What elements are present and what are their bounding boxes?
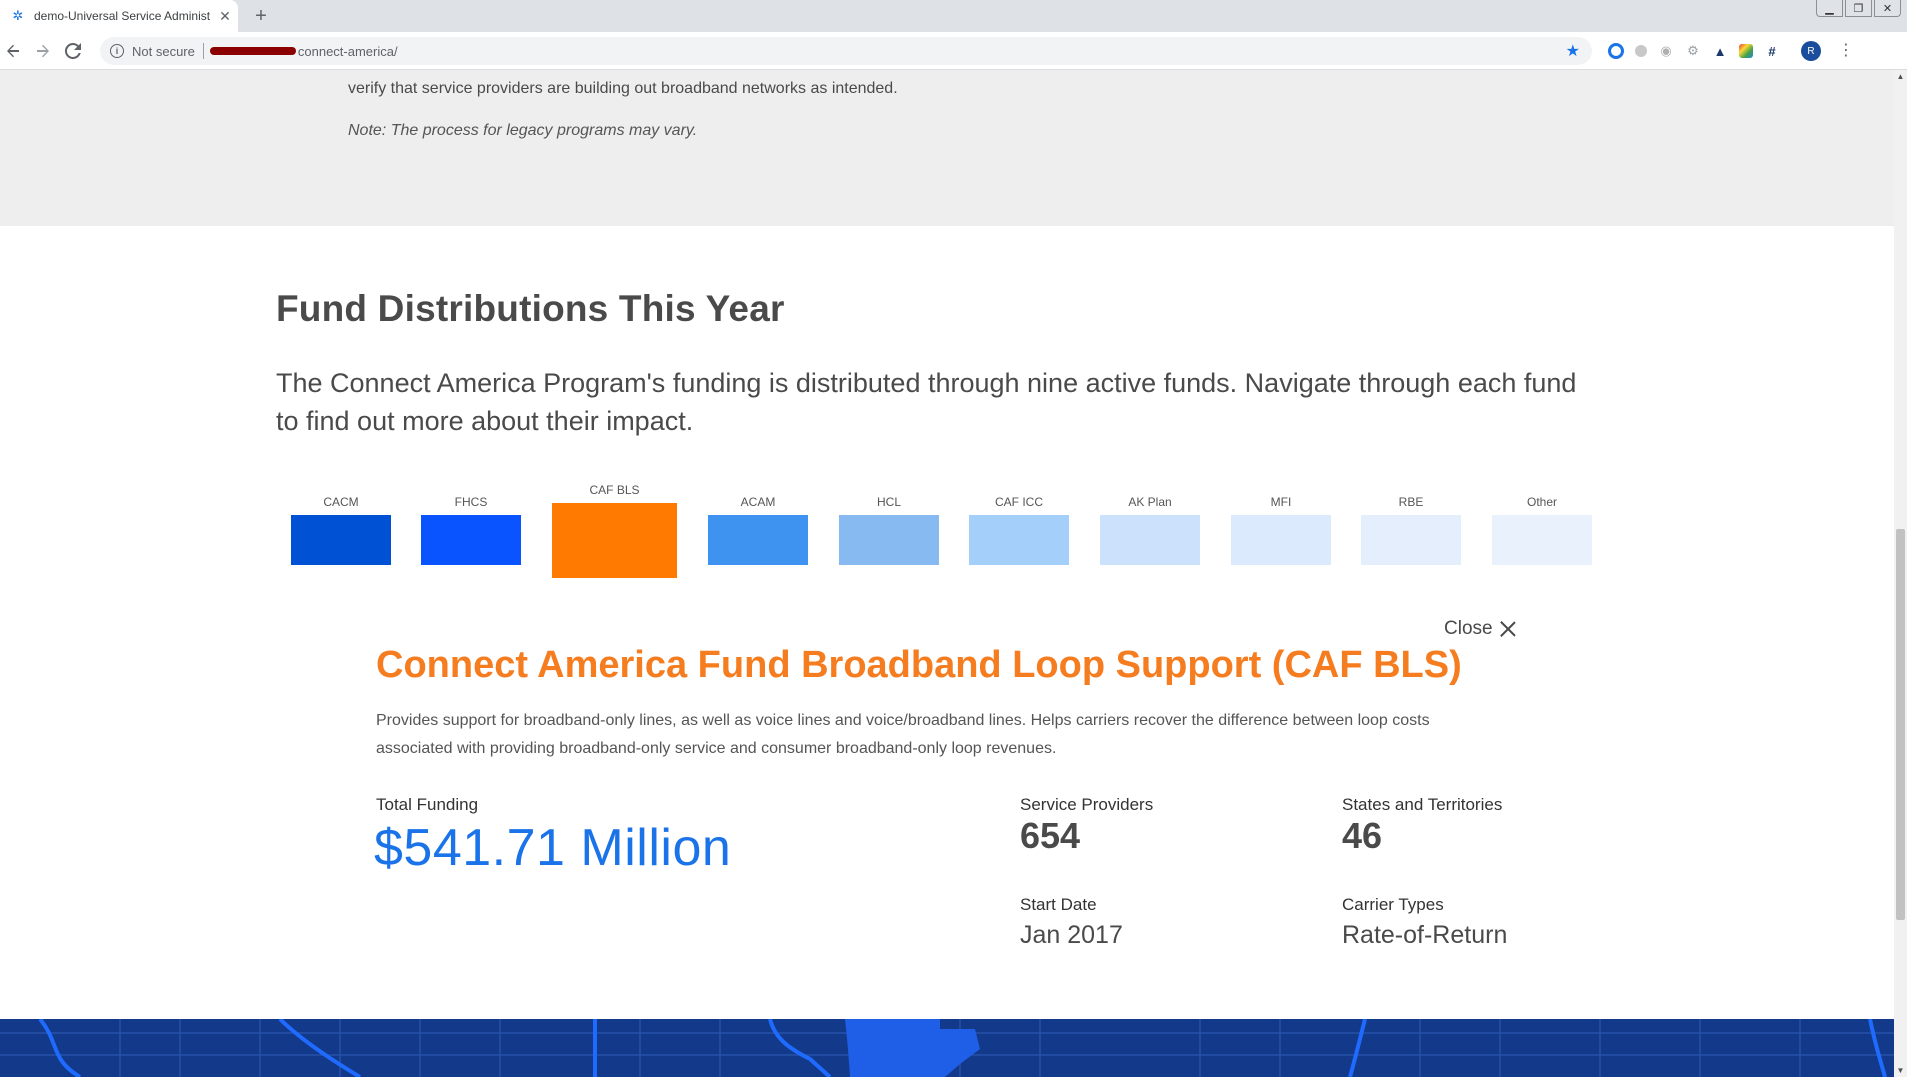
- fund-label: CACM: [323, 495, 359, 509]
- redacted-domain: [209, 47, 296, 55]
- address-divider: [202, 43, 204, 59]
- browser-toolbar: i Not secure connect-america/ ★ ◉ ⚙ ▲ # …: [0, 32, 1907, 70]
- extension-hash-icon[interactable]: #: [1764, 43, 1780, 59]
- browser-menu-icon[interactable]: ⋮: [1838, 43, 1854, 59]
- info-icon[interactable]: i: [110, 44, 124, 58]
- fund-swatch: [1100, 515, 1200, 565]
- bookmark-star-icon[interactable]: ★: [1566, 41, 1580, 61]
- url-text: connect-america/: [297, 43, 398, 59]
- tab-close-icon[interactable]: ✕: [216, 7, 234, 25]
- fund-swatch: [291, 515, 391, 565]
- fund-label: Other: [1526, 495, 1557, 509]
- intro-text: verify that service providers are buildi…: [348, 80, 898, 97]
- extension-colorful-icon[interactable]: [1739, 44, 1753, 58]
- address-bar[interactable]: i Not secure connect-america/ ★: [100, 37, 1592, 65]
- fund-description: Provides support for broadband-only line…: [376, 712, 1430, 757]
- extension-circle-icon[interactable]: [1608, 43, 1624, 59]
- fund-tab-fhcs[interactable]: FHCS: [421, 495, 521, 565]
- fund-label: ACAM: [740, 495, 776, 509]
- profile-avatar[interactable]: R: [1801, 41, 1821, 61]
- total-funding-label: Total Funding: [376, 795, 479, 814]
- close-label: Close: [1444, 618, 1493, 639]
- scrollbar-thumb[interactable]: [1896, 529, 1905, 920]
- fund-swatch: [421, 515, 521, 565]
- fund-label: AK Plan: [1128, 495, 1172, 509]
- coverage-map-banner: [0, 1019, 1894, 1077]
- window-controls: ▁ ❐ ✕: [1816, 0, 1901, 17]
- close-window-button[interactable]: ✕: [1874, 0, 1901, 17]
- fund-label: CAF ICC: [995, 495, 1043, 509]
- fund-tab-caf-bls[interactable]: CAF BLS: [552, 483, 677, 578]
- states-territories-label: States and Territories: [1342, 795, 1503, 814]
- extension-record-icon[interactable]: ◉: [1658, 43, 1674, 59]
- extension-gear-icon[interactable]: ⚙: [1685, 43, 1701, 59]
- minimize-window-button[interactable]: ▁: [1816, 0, 1843, 17]
- extension-gray-dot-icon[interactable]: [1635, 45, 1647, 57]
- service-providers-label: Service Providers: [1020, 795, 1154, 814]
- close-icon: [1499, 620, 1517, 638]
- fund-label: HCL: [876, 495, 901, 509]
- fund-swatch: [1361, 515, 1461, 565]
- map-graphic: [0, 1019, 1894, 1077]
- fund-tab-ak-plan[interactable]: AK Plan: [1100, 495, 1200, 565]
- forward-arrow-icon[interactable]: [33, 41, 53, 61]
- new-tab-button[interactable]: +: [250, 5, 272, 27]
- fund-swatch-selected: [552, 503, 677, 578]
- scroll-down-arrow-icon[interactable]: ▼: [1894, 1064, 1907, 1077]
- fund-tab-acam[interactable]: ACAM: [708, 495, 808, 565]
- fund-label: CAF BLS: [589, 483, 640, 497]
- scroll-up-arrow-icon[interactable]: ▲: [1894, 70, 1907, 83]
- restore-window-button[interactable]: ❐: [1845, 0, 1872, 17]
- site-favicon-icon: ✲: [12, 8, 24, 23]
- fund-label: RBE: [1398, 495, 1424, 509]
- page-viewport: verify that service providers are buildi…: [0, 70, 1894, 1077]
- tab-title: demo-Universal Service Administ: [34, 9, 210, 23]
- carrier-types-label: Carrier Types: [1342, 895, 1444, 914]
- start-date-label: Start Date: [1020, 895, 1097, 914]
- start-date-value: Jan 2017: [1020, 921, 1123, 949]
- fund-swatch: [839, 515, 939, 565]
- states-territories-value: 46: [1342, 815, 1383, 856]
- back-arrow-icon[interactable]: [3, 41, 23, 61]
- extensions-area: ◉ ⚙ ▲ # R ⋮: [1608, 41, 1854, 61]
- carrier-types-value: Rate-of-Return: [1342, 921, 1508, 949]
- fund-label: MFI: [1270, 495, 1292, 509]
- close-button[interactable]: Close: [1444, 618, 1517, 640]
- fund-title: Connect America Fund Broadband Loop Supp…: [376, 644, 1462, 686]
- total-funding-value: $541.71 Million: [374, 819, 732, 877]
- program-process-section: verify that service providers are buildi…: [0, 70, 1894, 226]
- service-providers-value: 654: [1020, 815, 1081, 856]
- fund-tab-hcl[interactable]: HCL: [839, 495, 939, 565]
- browser-tab-strip: ✲ demo-Universal Service Administ ✕ + ▁ …: [0, 0, 1907, 32]
- reload-icon[interactable]: [63, 41, 83, 61]
- section-title: Fund Distributions This Year: [276, 288, 785, 329]
- fund-tab-rbe[interactable]: RBE: [1361, 495, 1461, 565]
- security-status: Not secure: [132, 43, 195, 59]
- fund-swatch: [969, 515, 1069, 565]
- legacy-note: Note: The process for legacy programs ma…: [348, 122, 698, 139]
- fund-tab-mfi[interactable]: MFI: [1231, 495, 1331, 565]
- page-scrollbar[interactable]: ▲ ▼: [1894, 70, 1907, 1077]
- fund-label: FHCS: [454, 495, 488, 509]
- fund-tab-caf-icc[interactable]: CAF ICC: [969, 495, 1069, 565]
- fund-tab-cacm[interactable]: CACM: [291, 495, 391, 565]
- fund-swatch: [1492, 515, 1592, 565]
- fund-swatch: [1231, 515, 1331, 565]
- fund-swatch: [708, 515, 808, 565]
- extension-drive-icon[interactable]: ▲: [1712, 43, 1728, 59]
- section-description: The Connect America Program's funding is…: [276, 368, 1577, 436]
- browser-tab-active[interactable]: ✲ demo-Universal Service Administ ✕: [0, 0, 238, 32]
- fund-tab-other[interactable]: Other: [1492, 495, 1592, 565]
